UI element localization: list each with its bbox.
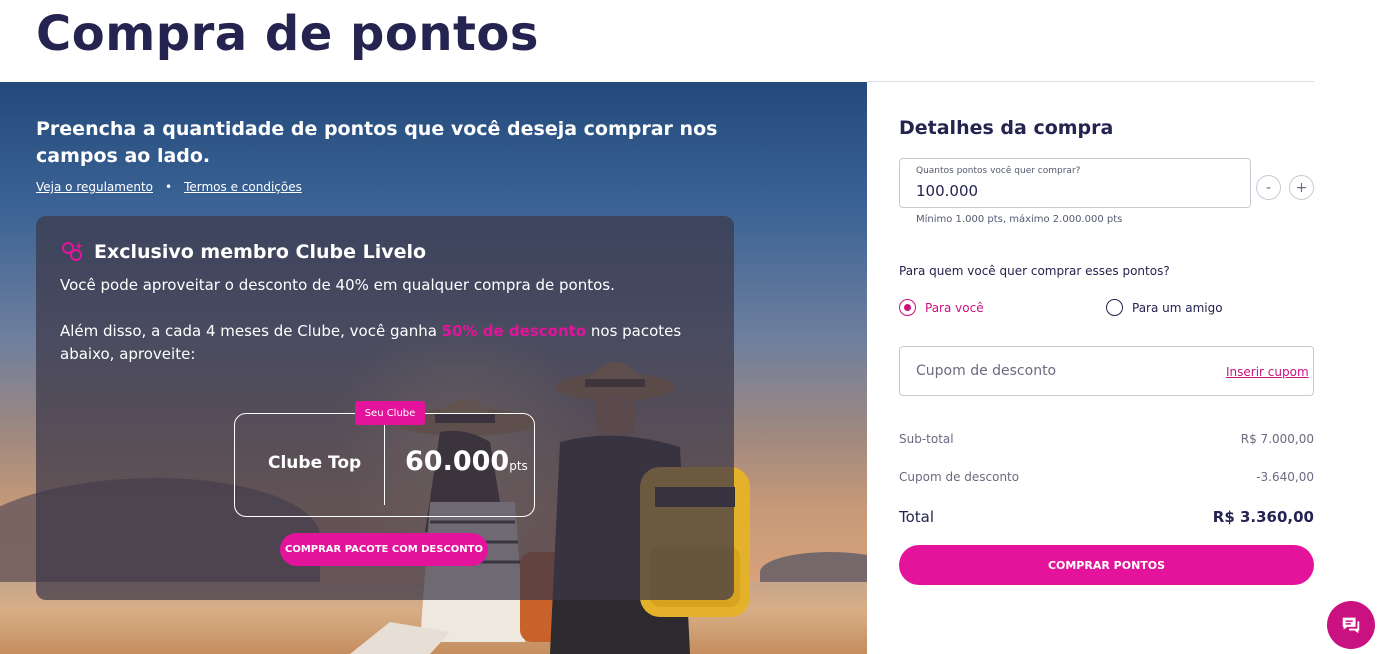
package-points: 60.000pts <box>405 446 528 477</box>
coupon-discount-value: -3.640,00 <box>1256 470 1314 484</box>
subtotal-value: R$ 7.000,00 <box>1240 432 1314 446</box>
package-divider <box>384 425 385 505</box>
package-name: Clube Top <box>268 453 362 473</box>
terms-link[interactable]: Termos e condições <box>184 180 302 194</box>
buy-points-button[interactable]: COMPRAR PONTOS <box>899 545 1314 585</box>
package-points-value: 60.000 <box>405 446 510 477</box>
purchase-details-title: Detalhes da compra <box>899 117 1114 139</box>
coupon-placeholder[interactable]: Cupom de desconto <box>916 363 1056 379</box>
total-row: Total R$ 3.360,00 <box>899 508 1314 526</box>
radio-for-friend-label: Para um amigo <box>1132 300 1223 315</box>
points-quantity-value[interactable]: 100.000 <box>916 182 978 200</box>
insert-coupon-link[interactable]: Inserir cupom <box>1226 365 1309 379</box>
link-separator: • <box>165 180 173 194</box>
club-title-text: Exclusivo membro Clube Livelo <box>94 241 427 263</box>
points-quantity-label: Quantos pontos você quer comprar? <box>916 166 1081 176</box>
subtotal-row: Sub-total R$ 7.000,00 <box>899 432 1314 446</box>
club-title: Exclusivo membro Clube Livelo <box>60 240 426 264</box>
radio-for-you-label: Para você <box>925 300 984 315</box>
club-sparkle-icon <box>62 242 83 261</box>
regulation-link[interactable]: Veja o regulamento <box>36 180 153 194</box>
header-divider <box>867 81 1314 82</box>
recipient-question: Para quem você quer comprar esses pontos… <box>899 264 1170 278</box>
radio-for-friend-circle[interactable] <box>1106 299 1123 316</box>
radio-for-you-circle[interactable] <box>899 299 916 316</box>
buy-package-button[interactable]: COMPRAR PACOTE COM DESCONTO <box>280 533 488 566</box>
chat-button[interactable] <box>1327 601 1375 649</box>
club-bonus-text: Além disso, a cada 4 meses de Clube, voc… <box>60 320 700 366</box>
coupon-discount-label: Cupom de desconto <box>899 470 1020 484</box>
package-badge: Seu Clube <box>355 401 425 425</box>
total-value: R$ 3.360,00 <box>1212 508 1314 526</box>
total-label: Total <box>899 508 935 526</box>
club-discount-text: Você pode aproveitar o desconto de 40% e… <box>60 276 615 294</box>
page-title: Compra de pontos <box>36 6 539 62</box>
decrease-points-button[interactable]: - <box>1256 175 1281 200</box>
hero-links: Veja o regulamento • Termos e condições <box>36 180 302 194</box>
hero-heading: Preencha a quantidade de pontos que você… <box>36 118 718 167</box>
club-bonus-text-before: Além disso, a cada 4 meses de Clube, voc… <box>60 322 442 340</box>
radio-for-friend[interactable]: Para um amigo <box>1106 299 1223 316</box>
increase-points-button[interactable]: + <box>1289 175 1314 200</box>
coupon-discount-row: Cupom de desconto -3.640,00 <box>899 470 1314 484</box>
radio-for-you[interactable]: Para você <box>899 299 984 316</box>
points-quantity-hint: Mínimo 1.000 pts, máximo 2.000.000 pts <box>916 214 1123 225</box>
chat-icon <box>1342 617 1360 634</box>
package-points-unit: pts <box>509 459 528 473</box>
club-bonus-highlight: 50% de desconto <box>441 322 587 340</box>
subtotal-label: Sub-total <box>899 432 954 446</box>
